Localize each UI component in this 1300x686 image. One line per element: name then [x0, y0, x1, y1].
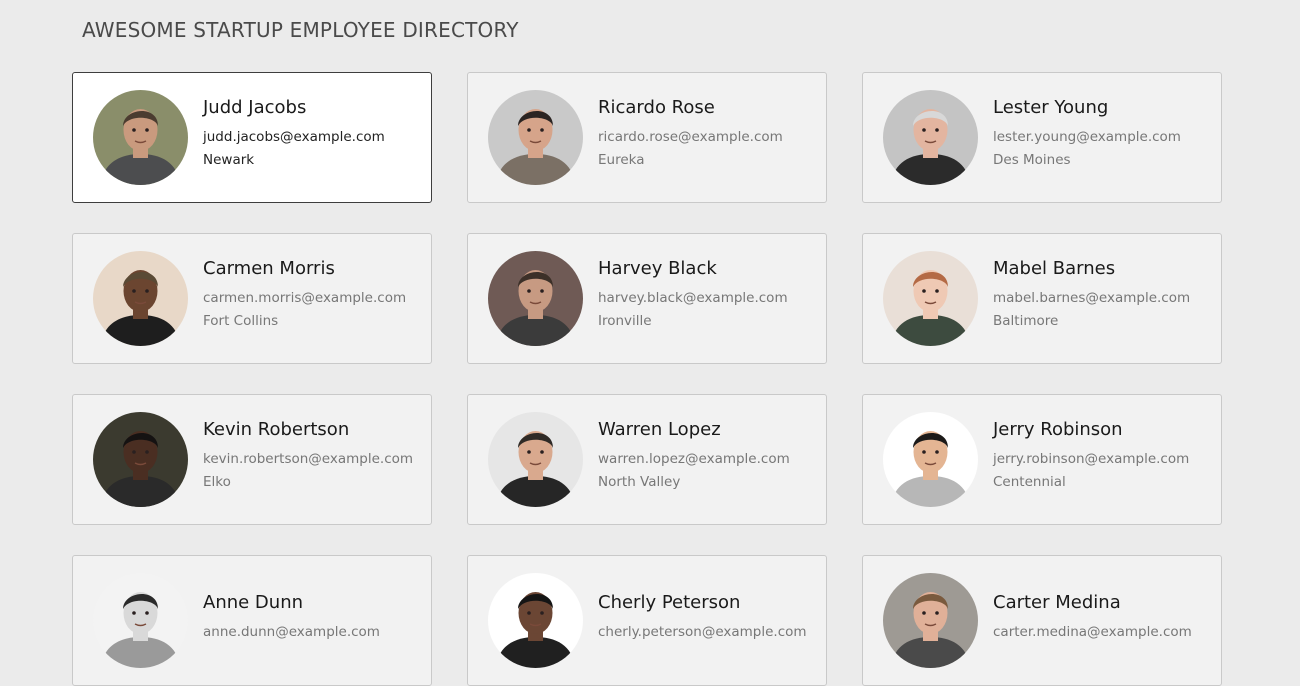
employee-info: Cherly Peterson cherly.peterson@example.c… [598, 592, 807, 644]
employee-card[interactable]: Warren Lopez warren.lopez@example.com Nort… [467, 394, 827, 525]
employee-city: Eureka [598, 152, 645, 168]
employee-avatar [883, 90, 978, 185]
employee-avatar [93, 251, 188, 346]
employee-info: Harvey Black harvey.black@example.com Iron… [598, 258, 788, 333]
employee-info: Ricardo Rose ricardo.rose@example.com Eure… [598, 97, 783, 172]
employee-city: Ironville [598, 313, 652, 329]
employee-city: Baltimore [993, 313, 1059, 329]
employee-email: lester.young@example.com [993, 129, 1181, 145]
employee-info: Anne Dunn anne.dunn@example.com [203, 592, 380, 644]
employee-card[interactable]: Kevin Robertson kevin.robertson@example.c… [72, 394, 432, 525]
employee-city: Centennial [993, 474, 1066, 490]
employee-avatar [488, 412, 583, 507]
employee-city: Des Moines [993, 152, 1071, 168]
employee-name: Harvey Black [598, 258, 717, 279]
page-title: AWESOME STARTUP EMPLOYEE DIRECTORY [82, 18, 519, 42]
employee-name: Mabel Barnes [993, 258, 1116, 279]
employee-name: Carmen Morris [203, 258, 335, 279]
employee-email: harvey.black@example.com [598, 290, 788, 306]
employee-email: jerry.robinson@example.com [993, 451, 1190, 467]
employee-card[interactable]: Anne Dunn anne.dunn@example.com [72, 555, 432, 686]
employee-gallery: Judd Jacobs judd.jacobs@example.com Newark… [72, 72, 1222, 686]
employee-name: Ricardo Rose [598, 97, 715, 118]
employee-name: Cherly Peterson [598, 591, 741, 613]
employee-avatar [488, 90, 583, 185]
employee-city: North Valley [598, 474, 681, 490]
employee-avatar [883, 251, 978, 346]
employee-email: warren.lopez@example.com [598, 451, 790, 467]
employee-info: Carmen Morris carmen.morris@example.com Fo… [203, 258, 406, 333]
employee-card[interactable]: Ricardo Rose ricardo.rose@example.com Eure… [467, 72, 827, 203]
employee-email: kevin.robertson@example.com [203, 451, 414, 467]
employee-email: judd.jacobs@example.com [203, 129, 385, 145]
employee-email: cherly.peterson@example.com [598, 623, 807, 640]
employee-info: Warren Lopez warren.lopez@example.com Nort… [598, 419, 790, 494]
employee-name: Jerry Robinson [993, 419, 1123, 440]
employee-avatar [93, 573, 188, 668]
employee-name: Kevin Robertson [203, 419, 350, 440]
employee-name: Judd Jacobs [203, 97, 307, 118]
employee-card[interactable]: Judd Jacobs judd.jacobs@example.com Newark [72, 72, 432, 203]
employee-card[interactable]: Cherly Peterson cherly.peterson@example.c… [467, 555, 827, 686]
employee-email: carmen.morris@example.com [203, 290, 407, 306]
employee-email: ricardo.rose@example.com [598, 129, 783, 145]
employee-avatar [883, 573, 978, 668]
employee-card[interactable]: Jerry Robinson jerry.robinson@example.com… [862, 394, 1222, 525]
employee-email: carter.medina@example.com [993, 623, 1192, 640]
employee-name: Lester Young [993, 97, 1109, 118]
employee-card[interactable]: Mabel Barnes mabel.barnes@example.com Balt… [862, 233, 1222, 364]
employee-city: Elko [203, 474, 231, 490]
employee-name: Carter Medina [993, 591, 1121, 613]
employee-info: Jerry Robinson jerry.robinson@example.com… [993, 419, 1189, 494]
employee-avatar [93, 90, 188, 185]
employee-info: Mabel Barnes mabel.barnes@example.com Balt… [993, 258, 1190, 333]
employee-card[interactable]: Carmen Morris carmen.morris@example.com Fo… [72, 233, 432, 364]
employee-card[interactable]: Carter Medina carter.medina@example.com [862, 555, 1222, 686]
employee-info: Judd Jacobs judd.jacobs@example.com Newark [203, 97, 385, 172]
employee-avatar [488, 573, 583, 668]
employee-avatar [883, 412, 978, 507]
employee-name: Anne Dunn [203, 591, 304, 613]
employee-info: Carter Medina carter.medina@example.com [993, 592, 1192, 644]
employee-email: anne.dunn@example.com [203, 623, 380, 640]
employee-name: Warren Lopez [598, 419, 721, 440]
employee-city: Fort Collins [203, 313, 279, 329]
employee-info: Lester Young lester.young@example.com Des … [993, 97, 1181, 172]
employee-avatar [93, 412, 188, 507]
employee-card[interactable]: Harvey Black harvey.black@example.com Iron… [467, 233, 827, 364]
employee-card[interactable]: Lester Young lester.young@example.com Des … [862, 72, 1222, 203]
employee-city: Newark [203, 152, 255, 168]
employee-email: mabel.barnes@example.com [993, 290, 1191, 306]
employee-avatar [488, 251, 583, 346]
employee-info: Kevin Robertson kevin.robertson@example.c… [203, 419, 413, 494]
